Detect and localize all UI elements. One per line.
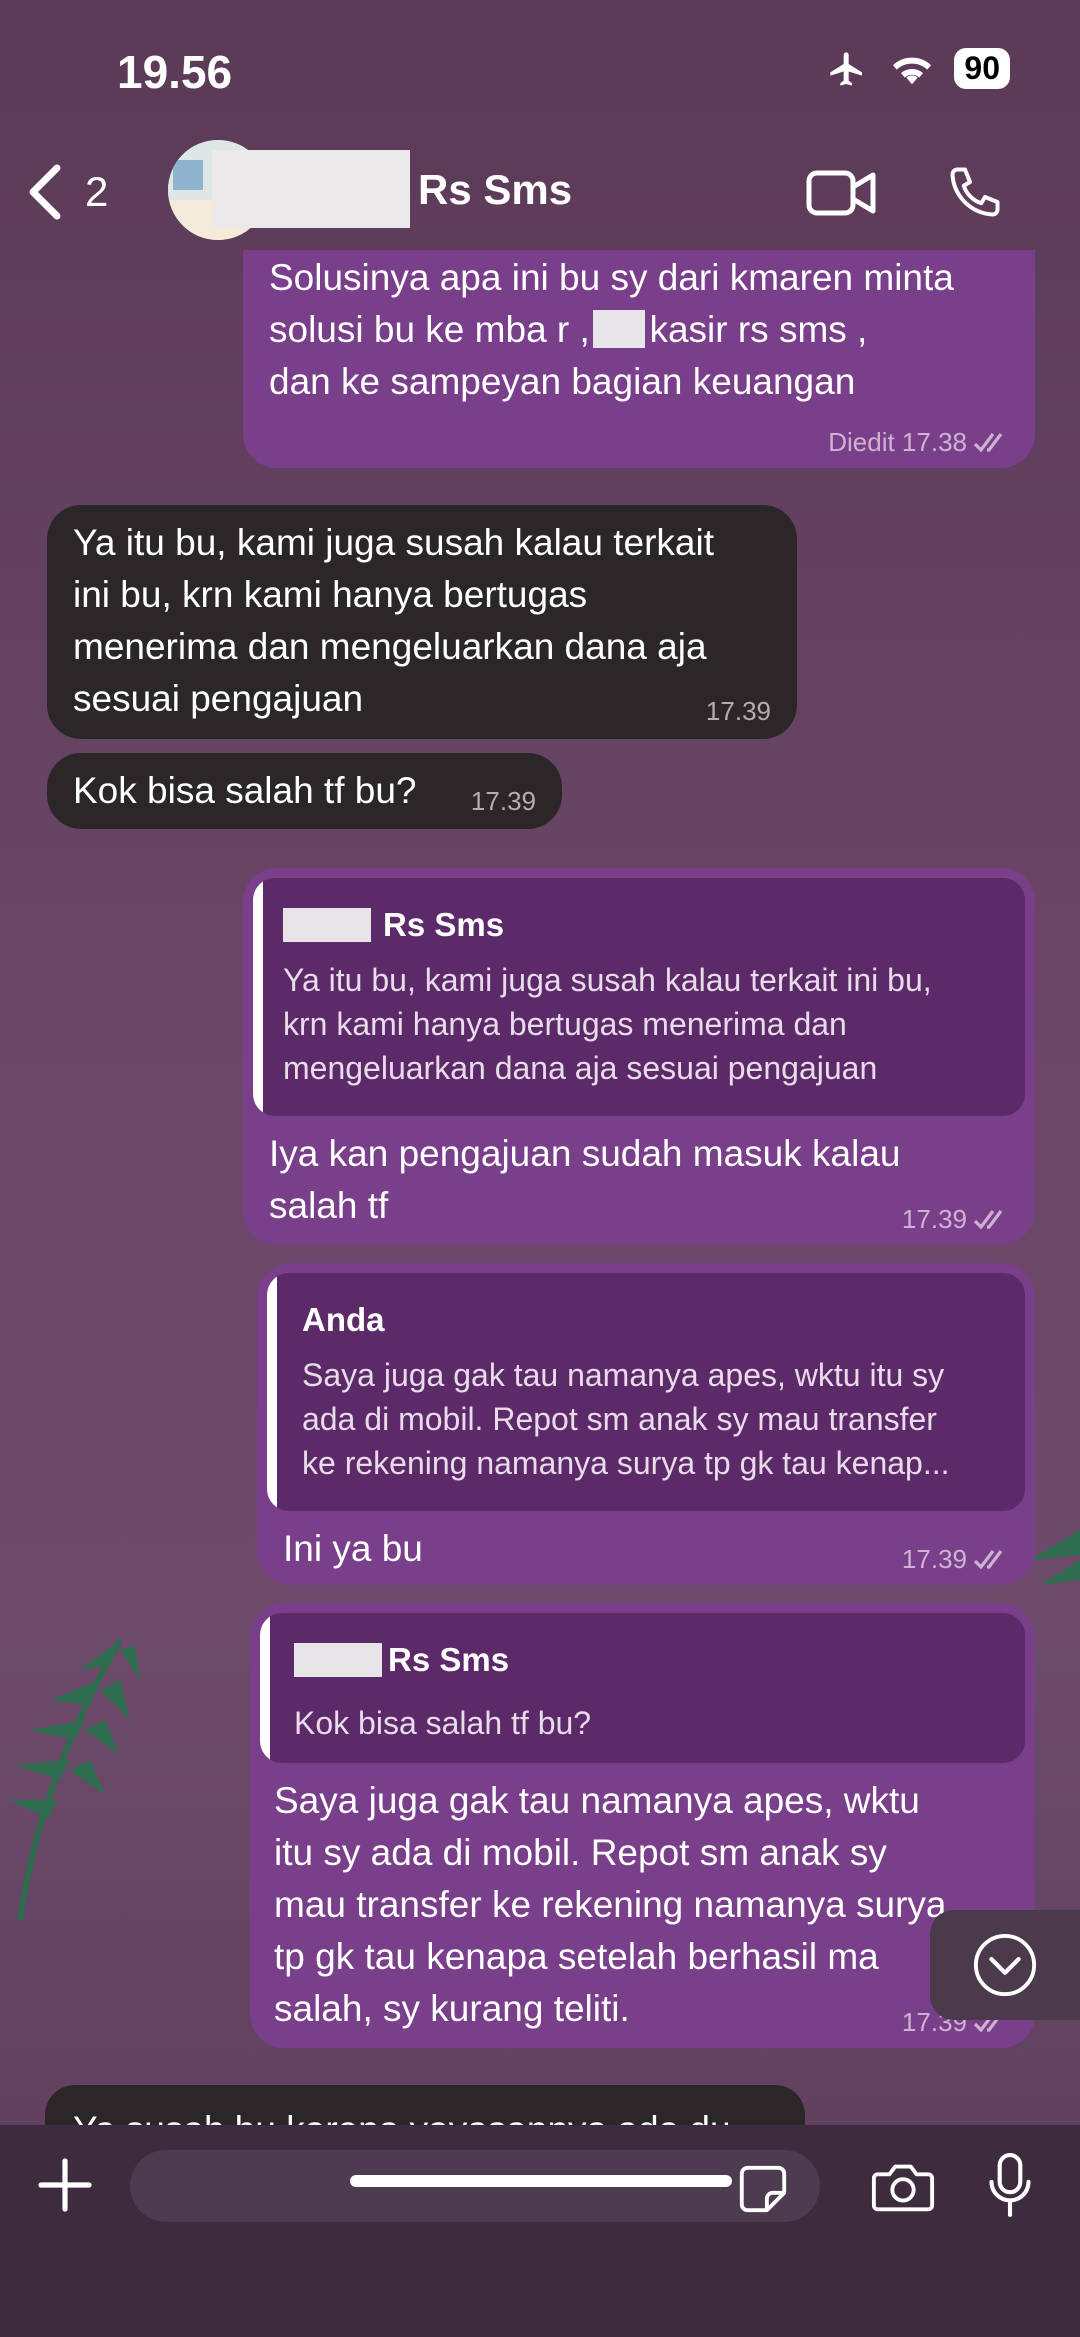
quote-bar <box>267 1273 277 1511</box>
quote-author: Rs Sms <box>388 1641 510 1678</box>
message-time: 17.39 <box>901 1544 967 1574</box>
back-unread-count[interactable]: 2 <box>85 168 108 216</box>
plus-icon[interactable] <box>35 2155 95 2215</box>
redacted-name-block <box>212 150 410 228</box>
message-outgoing[interactable]: Solusinya apa ini bu sy dari kmaren mint… <box>243 250 1035 468</box>
wifi-icon <box>893 57 932 84</box>
message-outgoing-reply[interactable]: Anda Saya juga gak tau namanya apes, wkt… <box>257 1263 1035 1585</box>
camera-icon[interactable] <box>870 2158 936 2214</box>
message-outgoing-reply[interactable]: Rs Sms Ya itu bu, kami juga susah kalau … <box>243 868 1035 1245</box>
message-meta: 17.39 <box>902 1544 1009 1575</box>
redacted-name-block <box>283 908 371 942</box>
home-indicator[interactable] <box>350 2175 732 2187</box>
airplane-icon <box>830 51 863 86</box>
contact-name[interactable]: Rs Sms <box>418 166 572 214</box>
read-checkmarks-icon <box>973 432 1003 452</box>
quote-bar <box>260 1613 270 1763</box>
message-text: Saya juga gak tau namanya apes, wktu itu… <box>274 1780 947 2029</box>
video-call-icon[interactable] <box>805 165 877 221</box>
composer-bar <box>0 2125 1080 2337</box>
quoted-message[interactable]: Anda Saya juga gak tau namanya apes, wkt… <box>267 1273 1025 1511</box>
message-incoming[interactable]: Ya itu bu, kami juga susah kalau terkait… <box>47 505 797 739</box>
back-chevron-icon[interactable] <box>25 162 65 222</box>
message-text: Ini ya bu <box>283 1528 423 1569</box>
message-outgoing-reply[interactable]: Rs Sms Kok bisa salah tf bu? Saya juga g… <box>250 1603 1035 2048</box>
message-time: 17.39 <box>901 1204 967 1234</box>
status-icons: 90 <box>824 48 1010 89</box>
scroll-down-icon <box>973 1933 1037 1997</box>
message-time: Diedit 17.38 <box>828 427 967 457</box>
quoted-message[interactable]: Rs Sms Kok bisa salah tf bu? <box>260 1613 1025 1763</box>
message-text: Kok bisa salah tf bu? <box>73 770 417 811</box>
redacted-text-block <box>593 310 645 348</box>
phone-icon[interactable] <box>945 162 1005 222</box>
scroll-to-bottom-button[interactable] <box>930 1910 1080 2020</box>
message-meta: 17.39 <box>902 1204 1009 1235</box>
microphone-icon[interactable] <box>985 2151 1035 2221</box>
message-time: 17.39 <box>470 786 536 816</box>
quoted-message[interactable]: Rs Sms Ya itu bu, kami juga susah kalau … <box>253 878 1025 1116</box>
redacted-name-block <box>294 1643 382 1677</box>
message-text: Iya kan pengajuan sudah masuk kalau sala… <box>269 1133 901 1226</box>
quote-author: Anda <box>302 1301 385 1338</box>
message-incoming[interactable]: Kok bisa salah tf bu? 17.39 <box>47 753 562 829</box>
battery-indicator: 90 <box>954 48 1010 89</box>
chat-header: 2 Rs Sms <box>0 140 1080 250</box>
read-checkmarks-icon <box>973 1549 1003 1569</box>
quote-bar <box>253 878 263 1116</box>
sticker-icon[interactable] <box>736 2162 790 2216</box>
background-plant-left <box>8 1638 140 1920</box>
status-time: 19.56 <box>117 46 233 98</box>
message-meta: Diedit 17.38 <box>828 427 1009 458</box>
quote-author: Rs Sms <box>383 906 505 943</box>
quote-text: Kok bisa salah tf bu? <box>294 1705 592 1741</box>
quote-text: Ya itu bu, kami juga susah kalau terkait… <box>283 962 932 1086</box>
message-incoming-partial[interactable]: Ya susah bu karena yayasannya ada du <box>45 2085 805 2130</box>
message-time: 17.39 <box>705 696 771 726</box>
quote-text: Saya juga gak tau namanya apes, wktu itu… <box>302 1357 950 1481</box>
message-text: Ya itu bu, kami juga susah kalau terkait… <box>73 522 714 719</box>
read-checkmarks-icon <box>973 1209 1003 1229</box>
